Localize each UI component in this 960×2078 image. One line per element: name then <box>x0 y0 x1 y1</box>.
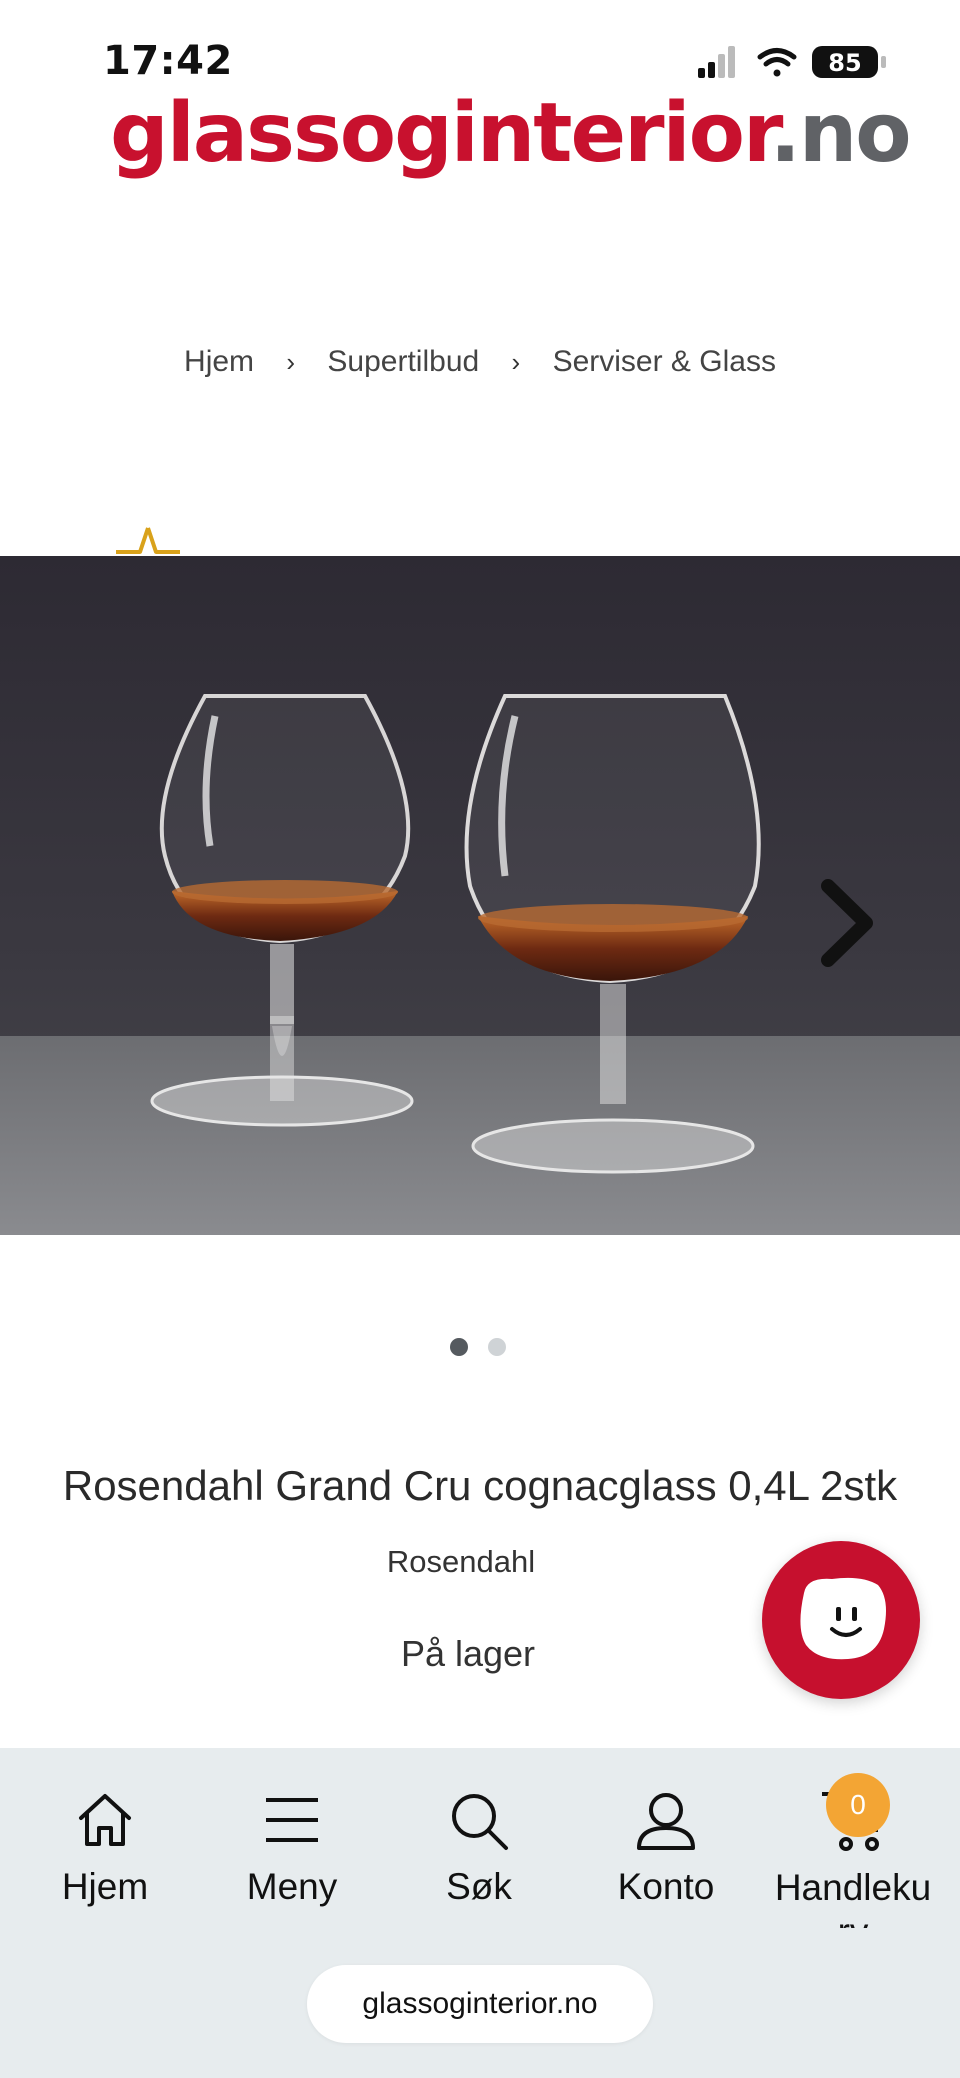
battery-icon: 85 <box>812 46 886 78</box>
breadcrumb-serviser-glass[interactable]: Serviser & Glass <box>553 345 776 378</box>
nav-konto-label: Konto <box>617 1866 715 1907</box>
chat-face-icon <box>800 1577 886 1660</box>
home-icon <box>79 1794 131 1846</box>
carousel-dot[interactable] <box>488 1338 506 1356</box>
cart-count-badge: 0 <box>826 1773 890 1837</box>
product-title: Rosendahl Grand Cru cognacglass 0,4L 2st… <box>62 1462 898 1509</box>
chevron-right-icon <box>821 879 873 967</box>
battery-level: 85 <box>828 49 861 77</box>
nav-handlekurv-label: Handleku rv <box>774 1867 932 1928</box>
user-icon <box>637 1793 695 1850</box>
chevron-right-icon: › <box>511 347 521 377</box>
cellular-signal-icon <box>698 46 735 78</box>
carousel-dots <box>450 1338 526 1360</box>
status-icons: 85 <box>698 42 894 82</box>
breadcrumb-hjem[interactable]: Hjem <box>184 345 254 378</box>
wifi-icon <box>757 48 797 77</box>
menu-icon <box>266 1798 318 1842</box>
breadcrumb-supertilbud[interactable]: Supertilbud <box>327 345 479 378</box>
nav-meny-label: Meny <box>246 1866 338 1907</box>
carousel-dot-active[interactable] <box>450 1338 468 1356</box>
product-image[interactable] <box>0 556 960 1235</box>
carousel-next-button[interactable] <box>818 878 878 972</box>
browser-url-bar[interactable]: glassoginterior.no <box>307 1965 653 2043</box>
chat-button[interactable] <box>762 1541 920 1699</box>
status-time: 17:42 <box>103 38 233 84</box>
nav-hjem-label: Hjem <box>61 1866 149 1907</box>
breadcrumb: Hjem › Supertilbud › Serviser & Glass <box>0 345 960 379</box>
logo-brand: glassoginterior <box>110 86 772 181</box>
search-icon <box>452 1794 508 1850</box>
chevron-right-icon: › <box>286 347 296 377</box>
nav-sok-label: Søk <box>446 1866 512 1907</box>
logo-tld: .no <box>769 86 912 181</box>
site-logo[interactable]: glassoginterior.no <box>110 84 912 184</box>
